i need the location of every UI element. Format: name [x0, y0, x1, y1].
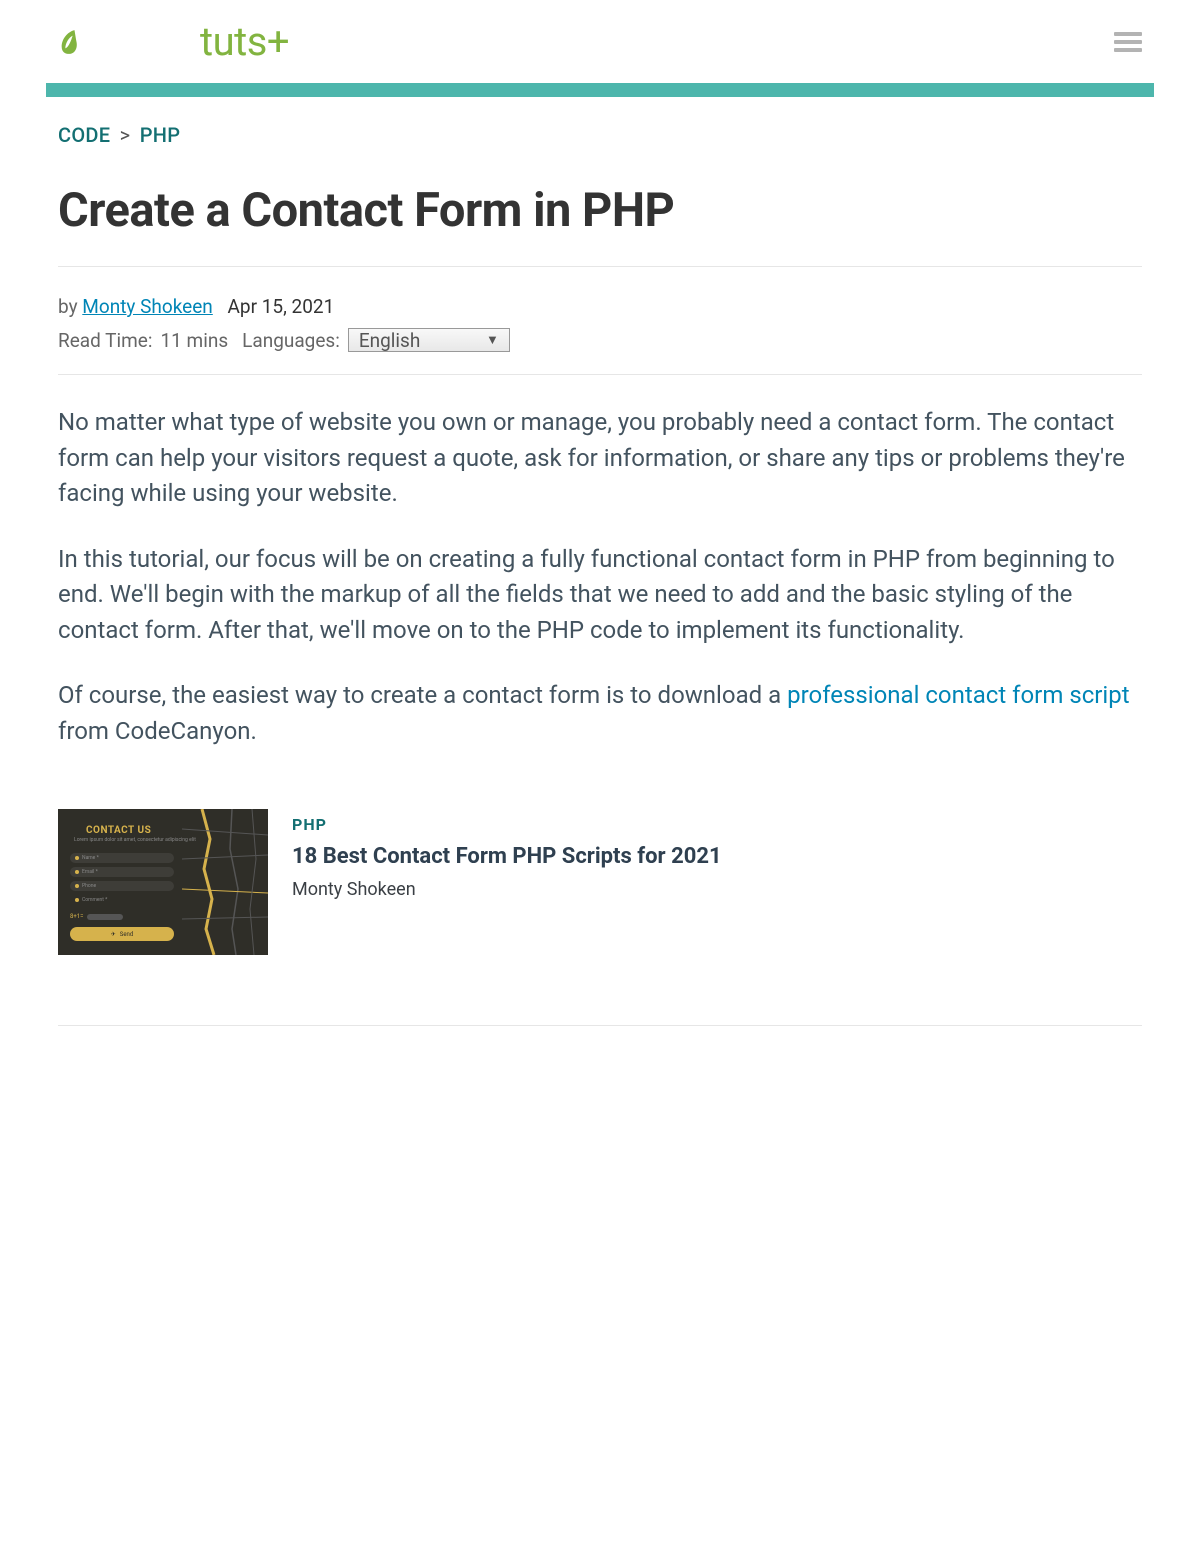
related-category: PHP: [292, 815, 722, 834]
site-header: tuts+: [0, 0, 1200, 83]
paragraph: Of course, the easiest way to create a c…: [58, 678, 1142, 749]
related-article-card[interactable]: CONTACT US Lorem ipsum dolor sit amet, c…: [58, 809, 1142, 955]
language-select[interactable]: English ▼: [348, 328, 510, 352]
thumb-field: Comment *: [70, 895, 174, 905]
article-byline: by Monty Shokeen Apr 15, 2021: [58, 295, 1142, 318]
languages-label: Languages:: [242, 329, 340, 352]
breadcrumb-separator: >: [120, 123, 131, 147]
by-label: by: [58, 295, 78, 318]
divider: [58, 1025, 1142, 1026]
read-time-value: 11 mins: [160, 329, 228, 352]
thumb-field: Phone: [70, 881, 174, 891]
header-left: tuts+: [58, 18, 289, 65]
related-author: Monty Shokeen: [292, 879, 722, 900]
divider: [58, 374, 1142, 375]
thumb-subtitle: Lorem ipsum dolor sit amet, consectetur …: [74, 837, 196, 843]
divider: [58, 266, 1142, 267]
paragraph: No matter what type of website you own o…: [58, 405, 1142, 512]
related-info: PHP 18 Best Contact Form PHP Scripts for…: [292, 809, 722, 955]
publish-date: Apr 15, 2021: [228, 295, 335, 318]
read-time-label: Read Time:: [58, 329, 152, 352]
accent-bar: [46, 83, 1154, 97]
envato-leaf-icon[interactable]: [58, 28, 80, 56]
related-title: 18 Best Contact Form PHP Scripts for 202…: [292, 844, 722, 869]
breadcrumb-php[interactable]: PHP: [140, 123, 181, 147]
breadcrumb-code[interactable]: CODE: [58, 123, 110, 147]
paragraph-text: from CodeCanyon.: [58, 717, 257, 745]
article-body: No matter what type of website you own o…: [58, 405, 1142, 749]
menu-icon[interactable]: [1114, 28, 1142, 56]
thumb-field: Name *: [70, 853, 174, 863]
thumb-send-button: ✈Send: [70, 927, 174, 941]
selected-language: English: [359, 329, 420, 352]
map-graphic: [182, 809, 268, 955]
inline-link[interactable]: professional contact form script: [787, 681, 1129, 709]
paragraph: In this tutorial, our focus will be on c…: [58, 542, 1142, 649]
page-title: Create a Contact Form in PHP: [58, 183, 1142, 238]
author-link[interactable]: Monty Shokeen: [82, 295, 213, 318]
chevron-down-icon: ▼: [486, 332, 499, 348]
thumb-captcha: 8+1=: [70, 913, 123, 920]
tuts-logo[interactable]: tuts+: [200, 18, 289, 65]
thumb-field: Email *: [70, 867, 174, 877]
paragraph-text: Of course, the easiest way to create a c…: [58, 681, 787, 709]
related-thumbnail: CONTACT US Lorem ipsum dolor sit amet, c…: [58, 809, 268, 955]
breadcrumb: CODE > PHP: [58, 123, 1142, 147]
thumb-title: CONTACT US: [86, 825, 151, 836]
article-meta: Read Time: 11 mins Languages: English ▼: [58, 328, 1142, 352]
